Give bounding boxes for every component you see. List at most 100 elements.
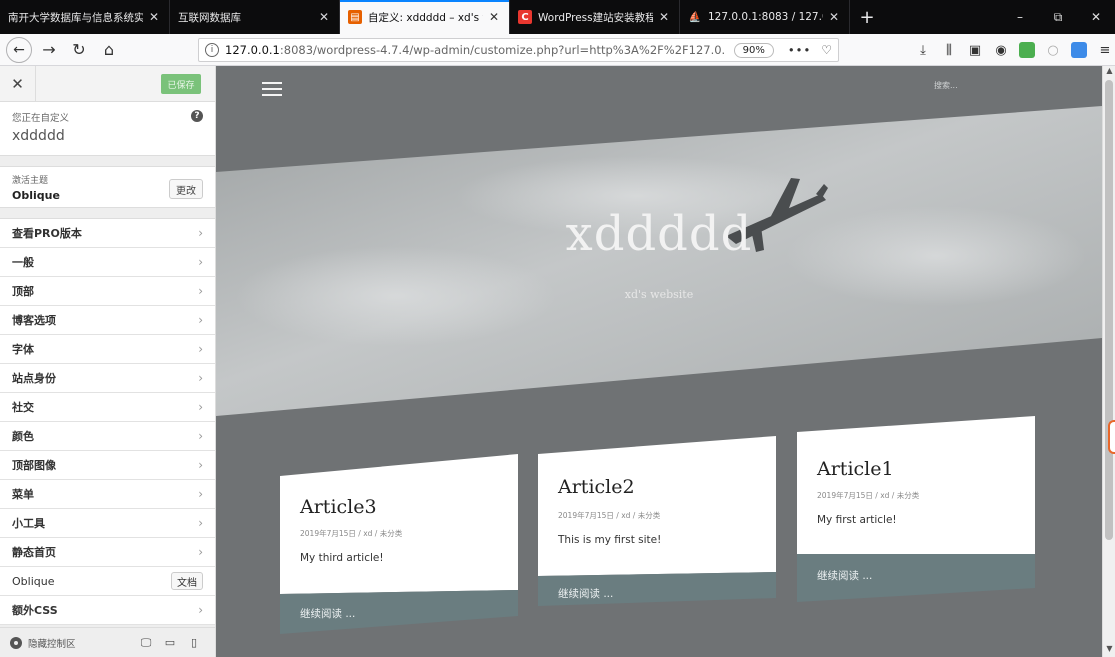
- close-tab-icon[interactable]: ✕: [487, 10, 501, 24]
- tablet-preview-icon[interactable]: ▭: [158, 636, 182, 649]
- post-card: Article2 2019年7月15日 / xd / 未分类 This is m…: [538, 436, 776, 616]
- panel-additional-css[interactable]: 额外CSS ›: [0, 596, 215, 625]
- chevron-right-icon: ›: [198, 226, 203, 240]
- extension-kr-icon[interactable]: [1019, 42, 1035, 58]
- panel-site-identity[interactable]: 站点身份 ›: [0, 364, 215, 393]
- address-url[interactable]: 127.0.0.1:8083/wordpress-4.7.4/wp-admin/…: [225, 43, 726, 57]
- forward-arrow-icon[interactable]: →: [34, 35, 64, 65]
- panel-menus[interactable]: 菜单 ›: [0, 480, 215, 509]
- post-title[interactable]: Article1: [817, 458, 894, 480]
- customizing-label: 您正在自定义: [12, 113, 70, 124]
- side-drawer-handle[interactable]: [1108, 420, 1115, 454]
- pocket-icon[interactable]: ♡: [821, 43, 832, 57]
- post-excerpt: My first article!: [817, 514, 897, 526]
- download-icon[interactable]: ⤓: [910, 43, 936, 58]
- post-excerpt: My third article!: [300, 552, 384, 564]
- active-theme-section: 激活主题 Oblique 更改: [0, 166, 215, 208]
- tab-title: 互联网数据库: [178, 11, 241, 24]
- hide-controls-label[interactable]: 隐藏控制区: [28, 636, 134, 650]
- help-icon[interactable]: ?: [191, 110, 203, 122]
- read-more-link[interactable]: 继续阅读 ...: [558, 586, 613, 601]
- chevron-right-icon: ›: [198, 284, 203, 298]
- panel-header-image[interactable]: 顶部图像 ›: [0, 451, 215, 480]
- scroll-thumb[interactable]: [1105, 80, 1113, 540]
- saved-button[interactable]: 已保存: [161, 74, 201, 94]
- chevron-right-icon: ›: [198, 371, 203, 385]
- close-tab-icon[interactable]: ✕: [657, 10, 671, 24]
- reload-icon[interactable]: ↻: [64, 35, 94, 65]
- panel-widgets[interactable]: 小工具 ›: [0, 509, 215, 538]
- chevron-right-icon: ›: [198, 255, 203, 269]
- browser-tab-active[interactable]: ▤ 自定义: xddddd – xd's websi ✕: [340, 0, 510, 34]
- site-description: xd's website: [624, 288, 694, 301]
- browser-tab[interactable]: 互联网数据库 ✕: [170, 0, 340, 34]
- chevron-right-icon: ›: [198, 487, 203, 501]
- chevron-right-icon: ›: [198, 400, 203, 414]
- zoom-level-badge[interactable]: 90%: [733, 42, 774, 58]
- extension-blue-icon[interactable]: [1071, 42, 1087, 58]
- library-icon[interactable]: ⫼: [936, 43, 962, 58]
- browser-tab[interactable]: C WordPress建站安装教程图解 ✕: [510, 0, 680, 34]
- panel-static-front-page[interactable]: 静态首页 ›: [0, 538, 215, 567]
- csdn-favicon: C: [518, 10, 532, 24]
- new-tab-button[interactable]: +: [850, 0, 884, 34]
- toolbar-right: ⤓ ⫼ ▣ ◉ ○ ≡: [910, 34, 1115, 66]
- tab-title: 南开大学数据库与信息系统实验室: [8, 11, 143, 24]
- customizing-site-name: xddddd: [12, 128, 65, 144]
- address-bar[interactable]: i 127.0.0.1:8083/wordpress-4.7.4/wp-admi…: [198, 38, 839, 62]
- chevron-right-icon: ›: [198, 603, 203, 617]
- site-preview: 搜索... xddddd xd's website Article3 2019年…: [216, 66, 1102, 657]
- menu-icon[interactable]: ≡: [1092, 43, 1115, 58]
- panel-general[interactable]: 一般 ›: [0, 248, 215, 277]
- change-theme-button[interactable]: 更改: [169, 179, 203, 199]
- navigation-bar: ← → ↻ ⌂ i 127.0.0.1:8083/wordpress-4.7.4…: [0, 34, 1115, 66]
- panel-colors[interactable]: 颜色 ›: [0, 422, 215, 451]
- chevron-right-icon: ›: [198, 516, 203, 530]
- customizing-info: 您正在自定义 xddddd ?: [0, 102, 215, 156]
- sidebar-toggle-icon[interactable]: ▣: [962, 43, 988, 58]
- account-icon[interactable]: ◉: [988, 43, 1014, 58]
- docs-button[interactable]: 文档: [171, 572, 203, 590]
- hide-controls-icon[interactable]: [10, 636, 22, 649]
- minimize-button[interactable]: –: [1001, 0, 1039, 34]
- panel-fonts[interactable]: 字体 ›: [0, 335, 215, 364]
- scroll-up-icon[interactable]: ▲: [1103, 66, 1115, 79]
- mobile-preview-icon[interactable]: ▯: [182, 636, 206, 649]
- extension-circle-icon[interactable]: ○: [1040, 43, 1066, 58]
- restore-button[interactable]: ⧉: [1039, 0, 1077, 34]
- chevron-right-icon: ›: [198, 342, 203, 356]
- close-tab-icon[interactable]: ✕: [147, 10, 161, 24]
- chevron-right-icon: ›: [198, 458, 203, 472]
- panel-view-pro[interactable]: 查看PRO版本 ›: [0, 219, 215, 248]
- panel-social[interactable]: 社交 ›: [0, 393, 215, 422]
- preview-scrollbar[interactable]: ▲ ▼: [1102, 66, 1115, 657]
- panel-header[interactable]: 顶部 ›: [0, 277, 215, 306]
- close-window-button[interactable]: ✕: [1077, 0, 1115, 34]
- panel-blog-options[interactable]: 博客选项 ›: [0, 306, 215, 335]
- read-more-link[interactable]: 继续阅读 ...: [300, 606, 355, 621]
- scroll-down-icon[interactable]: ▼: [1103, 644, 1115, 657]
- close-tab-icon[interactable]: ✕: [317, 10, 331, 24]
- post-title[interactable]: Article3: [300, 496, 377, 518]
- post-meta: 2019年7月15日 / xd / 未分类: [558, 511, 661, 520]
- site-info-icon[interactable]: i: [205, 43, 219, 57]
- back-arrow-icon[interactable]: ←: [6, 36, 32, 63]
- customizer-panel-list: 查看PRO版本 › 一般 › 顶部 › 博客选项 › 字体 › 站点身份 › 社交 › 颜色 ›…: [0, 218, 215, 625]
- desktop-preview-icon[interactable]: 🖵: [134, 636, 158, 650]
- post-title[interactable]: Article2: [558, 476, 635, 498]
- browser-tab[interactable]: 南开大学数据库与信息系统实验室 ✕: [0, 0, 170, 34]
- browser-tab[interactable]: ⛵ 127.0.0.1:8083 / 127.0.0.1 | p ✕: [680, 0, 850, 34]
- home-icon[interactable]: ⌂: [94, 35, 124, 65]
- customizer-header: ✕ 已保存: [0, 66, 215, 102]
- page-actions-icon[interactable]: •••: [788, 43, 811, 57]
- hamburger-menu-icon[interactable]: [262, 82, 282, 98]
- browser-tab-strip: 南开大学数据库与信息系统实验室 ✕ 互联网数据库 ✕ ▤ 自定义: xddddd…: [0, 0, 1115, 34]
- close-customizer-icon[interactable]: ✕: [0, 66, 36, 102]
- oblique-docs-row: Oblique 文档: [0, 567, 215, 596]
- post-card: Article3 2019年7月15日 / xd / 未分类 My third …: [280, 454, 518, 634]
- close-tab-icon[interactable]: ✕: [827, 10, 841, 24]
- post-meta: 2019年7月15日 / xd / 未分类: [300, 529, 403, 538]
- read-more-link[interactable]: 继续阅读 ...: [817, 568, 872, 583]
- search-link[interactable]: 搜索...: [934, 80, 958, 91]
- site-title[interactable]: xddddd: [216, 206, 1102, 262]
